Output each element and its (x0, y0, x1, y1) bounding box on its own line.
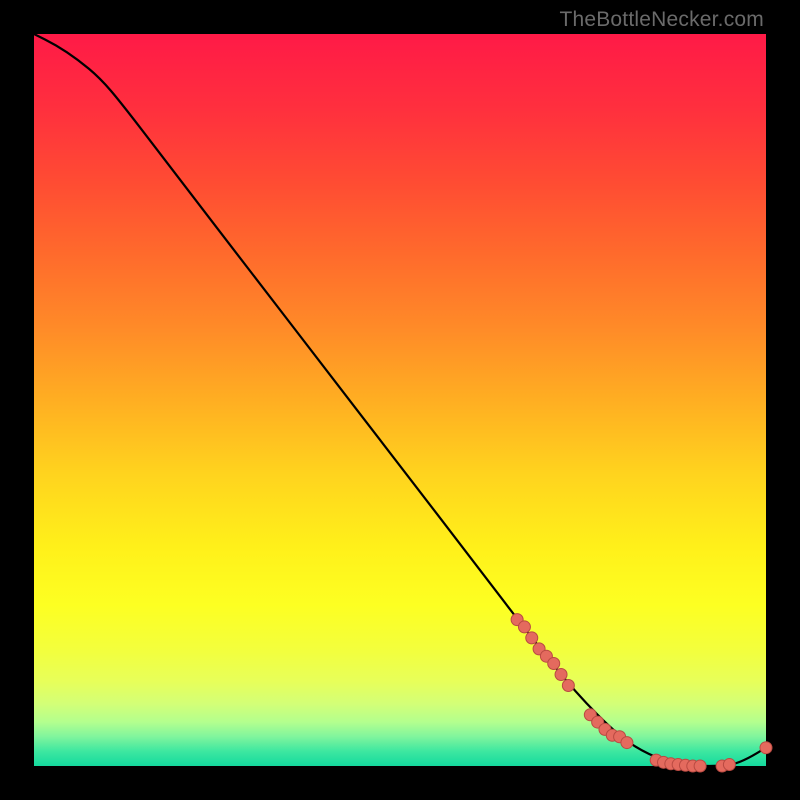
curve-layer (34, 34, 766, 766)
data-dot (621, 737, 633, 749)
data-dot (526, 632, 538, 644)
data-dot (518, 621, 530, 633)
data-dot (555, 669, 567, 681)
chart-stage: TheBottleNecker.com (0, 0, 800, 800)
plot-area (34, 34, 766, 766)
data-dots (511, 614, 772, 772)
data-dot (723, 759, 735, 771)
watermark-text: TheBottleNecker.com (559, 8, 764, 32)
data-dot (760, 742, 772, 754)
data-dot (562, 679, 574, 691)
data-dot (694, 760, 706, 772)
data-dot (548, 658, 560, 670)
bottleneck-curve (34, 34, 766, 766)
